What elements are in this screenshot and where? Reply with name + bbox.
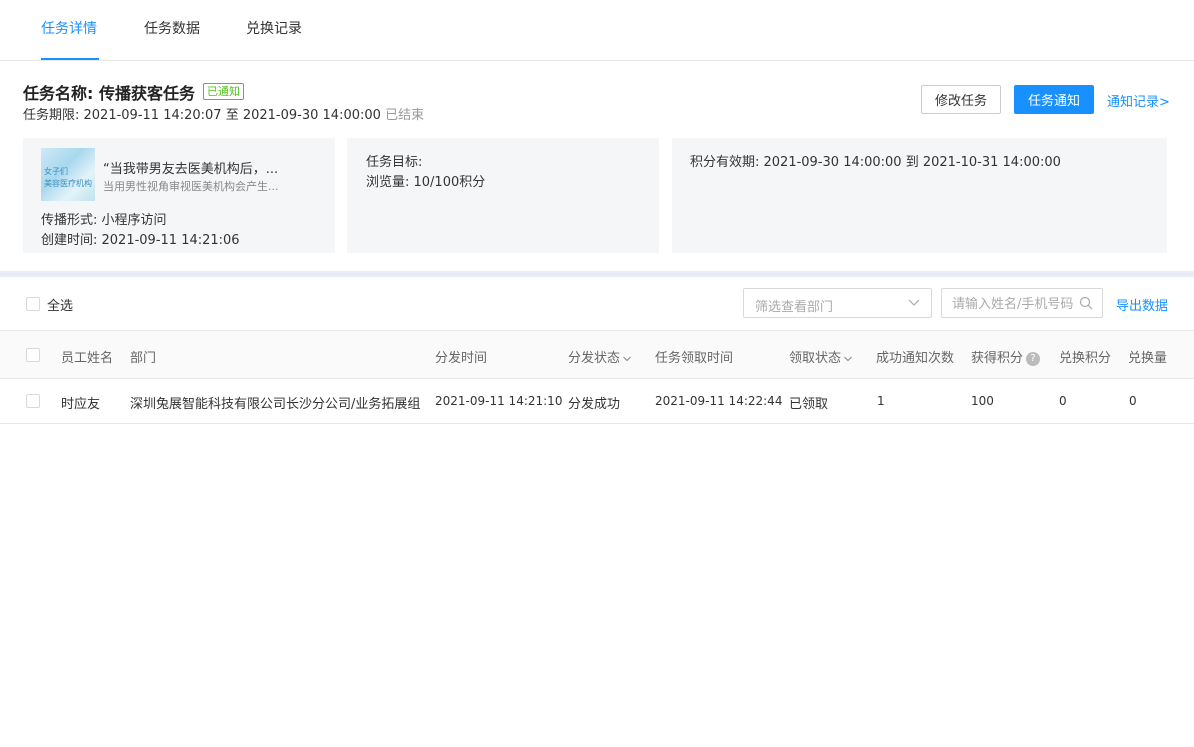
cell-employee-name: 时应友 <box>61 397 101 412</box>
search-input[interactable] <box>952 295 1080 313</box>
cell-redeem-qty: 0 <box>1129 394 1137 408</box>
thumbnail-text-1: 女子们 <box>44 167 68 176</box>
task-status-text: 已结束 <box>385 108 425 123</box>
col-claim-status[interactable]: 领取状态 <box>789 347 853 366</box>
points-validity: 积分有效期: 2021-09-30 14:00:00 到 2021-10-31 … <box>690 155 1061 170</box>
col-points-earned: 获得积分? <box>971 347 1041 366</box>
tab-redeem-records[interactable]: 兑换记录 <box>246 18 302 38</box>
cell-claim-time: 2021-09-11 14:22:44 <box>655 394 783 408</box>
col-dispatch-status-label: 分发状态 <box>568 351 621 366</box>
col-department: 部门 <box>130 351 157 366</box>
col-claim-status-label: 领取状态 <box>789 351 842 366</box>
chevron-down-icon <box>623 356 631 361</box>
col-dispatch-time: 分发时间 <box>435 351 488 366</box>
cell-claim-status: 已领取 <box>789 397 829 412</box>
status-badge: 已通知 <box>203 83 244 100</box>
col-notify-count: 成功通知次数 <box>876 351 955 366</box>
target-label: 任务目标: <box>366 155 423 170</box>
tab-task-data[interactable]: 任务数据 <box>144 18 200 38</box>
header-checkbox[interactable] <box>26 348 40 362</box>
help-icon[interactable]: ? <box>1026 351 1041 366</box>
notify-records-link[interactable]: 通知记录> <box>1107 91 1170 110</box>
col-claim-time: 任务领取时间 <box>655 351 734 366</box>
row-checkbox[interactable] <box>26 394 40 408</box>
col-redeem-qty: 兑换量 <box>1128 351 1168 366</box>
tab-task-details[interactable]: 任务详情 <box>41 18 97 38</box>
search-field <box>941 288 1103 318</box>
col-dispatch-status[interactable]: 分发状态 <box>568 347 632 366</box>
article-title: “当我带男友去医美机构后，... <box>103 162 279 177</box>
active-tab-indicator <box>41 58 99 60</box>
target-value: 浏览量: 10/100积分 <box>366 175 486 190</box>
tab-bar: 任务详情 任务数据 兑换记录 <box>0 0 1194 61</box>
cell-dispatch-status: 分发成功 <box>568 397 621 412</box>
content-card: 女子们 美容医疗机构 “当我带男友去医美机构后，... 当用男性视角审视医美机构… <box>23 138 335 253</box>
task-notify-button[interactable]: 任务通知 <box>1014 85 1094 114</box>
select-all-label: 全选 <box>47 299 74 314</box>
article-thumbnail: 女子们 美容医疗机构 <box>41 148 95 201</box>
table-header: 员工姓名 部门 分发时间 分发状态 任务领取时间 领取状态 成功通知次数 获得积… <box>0 330 1194 379</box>
cell-department: 深圳兔展智能科技有限公司长沙分公司/业务拓展组 <box>130 397 421 412</box>
cell-dispatch-time: 2021-09-11 14:21:10 <box>435 394 563 408</box>
chevron-down-icon <box>844 356 852 361</box>
department-filter-placeholder: 筛选查看部门 <box>755 300 834 315</box>
task-period-label: 任务期限: 2021-09-11 14:20:07 至 2021-09-30 1… <box>23 108 381 123</box>
article-subtitle: 当用男性视角审视医美机构会产生... <box>103 180 279 193</box>
department-filter-select[interactable]: 筛选查看部门 <box>743 288 932 318</box>
export-data-link[interactable]: 导出数据 <box>1116 295 1168 314</box>
col-points-redeemed: 兑换积分 <box>1059 351 1112 366</box>
task-title: 任务名称: 传播获客任务 <box>23 84 195 103</box>
target-card: 任务目标: 浏览量: 10/100积分 <box>347 138 659 253</box>
modify-task-button[interactable]: 修改任务 <box>921 85 1001 114</box>
cell-points-redeemed: 0 <box>1059 394 1067 408</box>
search-icon[interactable] <box>1079 296 1093 310</box>
select-all-checkbox[interactable] <box>26 297 40 311</box>
cell-notify-count: 1 <box>877 394 885 408</box>
chevron-down-icon <box>908 299 920 306</box>
cell-points-earned: 100 <box>971 394 994 408</box>
col-points-earned-label: 获得积分 <box>971 351 1024 366</box>
points-card: 积分有效期: 2021-09-30 14:00:00 到 2021-10-31 … <box>672 138 1167 253</box>
thumbnail-text-2: 美容医疗机构 <box>44 179 92 188</box>
table-row: 时应友 深圳兔展智能科技有限公司长沙分公司/业务拓展组 2021-09-11 1… <box>0 379 1194 424</box>
section-divider <box>0 271 1194 277</box>
col-employee-name: 员工姓名 <box>61 351 114 366</box>
created-time: 创建时间: 2021-09-11 14:21:06 <box>41 233 240 248</box>
task-period: 任务期限: 2021-09-11 14:20:07 至 2021-09-30 1… <box>23 104 424 123</box>
spread-form: 传播形式: 小程序访问 <box>41 213 167 228</box>
